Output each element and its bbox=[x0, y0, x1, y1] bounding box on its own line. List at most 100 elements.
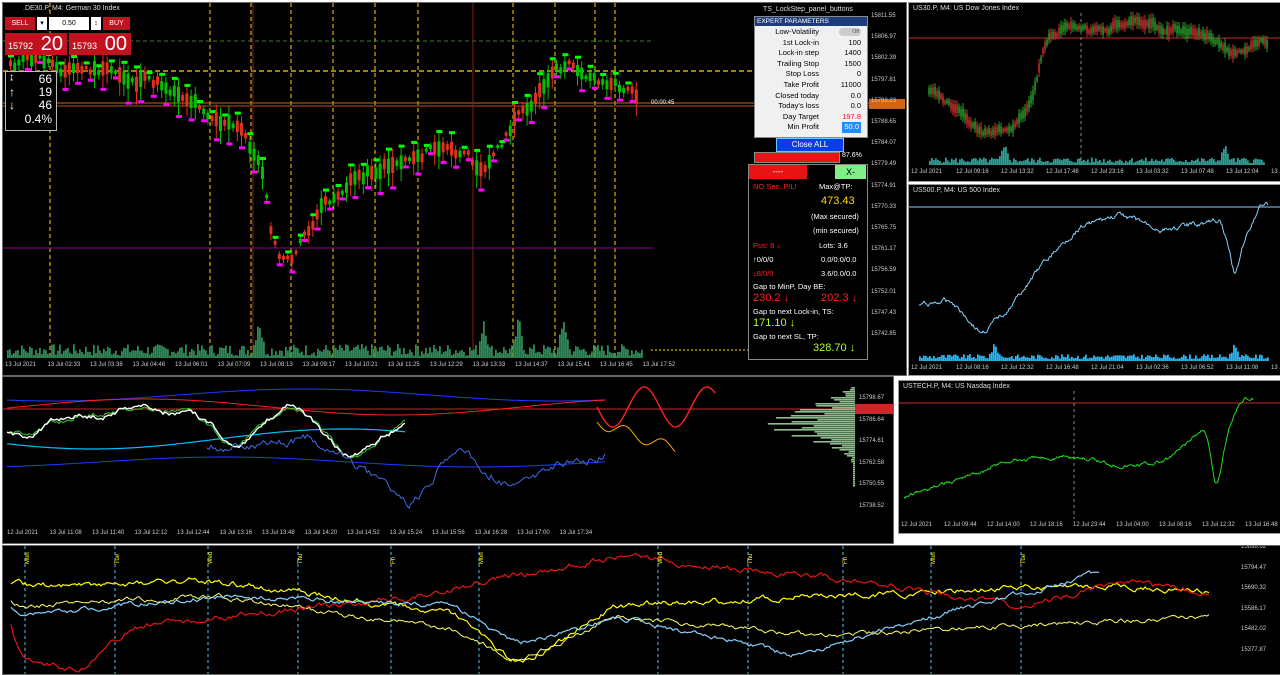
volume-bar bbox=[245, 354, 247, 358]
gap-sl-label: Gap to next SL, TP: bbox=[753, 332, 819, 341]
sell-price-button[interactable]: 15792 20 bbox=[5, 33, 67, 55]
candle-body bbox=[1050, 31, 1052, 40]
volume-bar bbox=[491, 345, 493, 358]
volume-bar bbox=[61, 353, 63, 358]
volume-bar bbox=[955, 158, 957, 165]
volume-bar bbox=[1153, 161, 1155, 165]
volume-bar bbox=[1181, 356, 1183, 361]
candle-body bbox=[471, 159, 474, 166]
indicator-chart-window[interactable]: 15798.67 15786.64 15774.61 15762.58 15750.55… bbox=[2, 376, 894, 544]
volume-bar bbox=[287, 350, 289, 358]
volume-bar bbox=[1051, 162, 1053, 165]
volume-bar bbox=[15, 350, 17, 358]
volume-bar bbox=[1073, 358, 1075, 361]
nasdaq-chart-window[interactable]: USTECH.P, M4: US Nasdaq Index 12 Jul 202… bbox=[898, 380, 1280, 534]
expert-row-label: Low-Volatility bbox=[775, 27, 819, 36]
volume-bar bbox=[435, 348, 437, 358]
volume-bar bbox=[1215, 161, 1217, 165]
volume-bar bbox=[47, 353, 49, 358]
expert-row: Day Target 197.8 bbox=[755, 112, 867, 123]
volume-bar bbox=[627, 349, 629, 358]
volume-bar bbox=[593, 344, 595, 358]
volume-bar bbox=[469, 347, 471, 358]
candle-body bbox=[315, 209, 319, 220]
low-marker bbox=[113, 76, 119, 80]
volume-bar bbox=[461, 349, 463, 358]
sell-button[interactable]: SELL bbox=[5, 17, 35, 30]
volume-bar bbox=[1007, 153, 1009, 165]
dow-price-chart[interactable] bbox=[909, 3, 1280, 181]
volume-profile-bar bbox=[846, 455, 855, 457]
volume-bar bbox=[455, 350, 457, 358]
volume-bar bbox=[147, 347, 149, 358]
close-all-button[interactable]: Close ALL bbox=[776, 138, 844, 152]
volume-bar bbox=[329, 350, 331, 358]
volume-bar bbox=[1073, 162, 1075, 165]
candle-body bbox=[227, 114, 231, 130]
volume-bar bbox=[985, 358, 987, 361]
candle-body bbox=[130, 77, 134, 83]
volume-bar bbox=[959, 358, 961, 361]
weekday-label: Thu bbox=[748, 553, 754, 564]
volume-bar bbox=[1089, 162, 1091, 165]
candle-body bbox=[982, 131, 984, 136]
candle-body bbox=[492, 152, 495, 157]
expert-row-label: Lock-in step bbox=[778, 48, 819, 58]
low-marker bbox=[213, 138, 220, 142]
nasdaq-price-chart[interactable] bbox=[899, 381, 1280, 533]
lower-band bbox=[7, 456, 606, 468]
volume-bar bbox=[419, 355, 421, 358]
buy-button[interactable]: BUY bbox=[103, 17, 130, 30]
volume-bar bbox=[1097, 161, 1099, 165]
candle-body bbox=[1008, 126, 1010, 133]
expert-row-value: 50.0 bbox=[842, 122, 861, 133]
price-axis-label: 15798.67 bbox=[859, 395, 885, 401]
volume-profile-bar bbox=[791, 435, 855, 437]
volume-bar bbox=[1163, 161, 1165, 165]
volume-bar bbox=[123, 347, 125, 358]
sp500-price-chart[interactable] bbox=[909, 185, 1280, 375]
candle-body bbox=[1066, 23, 1068, 29]
sp500-chart-window[interactable]: US500.P, M4: US 500 Index 12 Jul 2021 12 … bbox=[908, 184, 1280, 376]
volume-bar bbox=[571, 354, 573, 358]
dow-chart-window[interactable]: US30.P, M4: US Dow Jones Index 12 Jul 20… bbox=[908, 2, 1280, 182]
volume-bar bbox=[1159, 161, 1161, 165]
red-action-button[interactable]: ---- bbox=[749, 165, 807, 179]
volume-bar bbox=[991, 157, 993, 165]
comparison-chart-window[interactable]: 15898.62 15794.47 15690.32 15586.17 15482.02… bbox=[2, 545, 1280, 675]
time-axis-label: 13 Jul 16:28 bbox=[474, 530, 508, 536]
buy-price-button[interactable]: 15793 00 bbox=[69, 33, 131, 55]
indicator-chart[interactable] bbox=[3, 377, 893, 543]
volume-bar bbox=[979, 158, 981, 165]
volume-bar bbox=[483, 321, 485, 358]
lot-size-input[interactable]: 0.50 bbox=[49, 17, 89, 30]
position-info-box: ---- X-↓-728.3 NO Sec. P/L! Max@TP: 473.… bbox=[748, 164, 868, 360]
candle-body bbox=[1254, 39, 1256, 47]
candle-body bbox=[1120, 22, 1122, 28]
candle-body bbox=[1070, 21, 1072, 30]
candle-body bbox=[256, 155, 260, 166]
volume-bar bbox=[925, 355, 927, 361]
candle-body bbox=[571, 62, 575, 69]
volume-bar bbox=[1159, 357, 1161, 361]
progress-bar bbox=[754, 152, 840, 163]
volume-bar bbox=[1219, 160, 1221, 165]
volume-bar bbox=[1083, 159, 1085, 165]
volume-bar bbox=[957, 162, 959, 165]
volume-bar bbox=[935, 158, 937, 165]
candle-body bbox=[1196, 30, 1198, 37]
volume-bar bbox=[637, 352, 639, 358]
comparison-chart[interactable] bbox=[3, 546, 1280, 674]
volume-bar bbox=[613, 353, 615, 358]
candle-body bbox=[942, 96, 944, 104]
lot-stepper[interactable]: ↕ bbox=[91, 17, 101, 30]
candle-body bbox=[1168, 27, 1170, 37]
candle-body bbox=[1222, 44, 1224, 51]
volume-bar bbox=[495, 349, 497, 358]
volume-bar bbox=[393, 351, 395, 358]
volume-bar bbox=[153, 346, 155, 358]
volume-profile-bar bbox=[851, 461, 855, 463]
lot-dropdown-arrow[interactable]: ▾ bbox=[37, 17, 47, 30]
low-marker bbox=[478, 188, 485, 192]
price-axis-label: 15797.81 bbox=[871, 76, 897, 83]
